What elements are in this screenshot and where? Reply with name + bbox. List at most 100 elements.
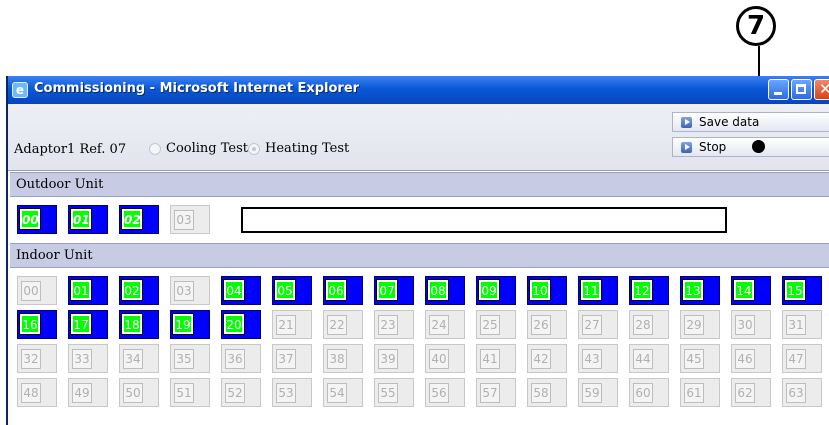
unit-button-39[interactable]: 39 [374,344,414,373]
unit-number: 10 [529,279,551,301]
unit-button-46[interactable]: 46 [731,344,771,373]
unit-button-30[interactable]: 30 [731,310,771,339]
unit-number: 05 [274,279,296,301]
save-data-label: Save data [699,115,760,129]
unit-number: 04 [223,279,245,301]
unit-button-52[interactable]: 52 [221,378,261,407]
unit-number: 02 [121,279,143,301]
unit-button-45[interactable]: 45 [680,344,720,373]
unit-number: 46 [735,349,755,369]
unit-button-51[interactable]: 51 [170,378,210,407]
unit-number: 39 [378,349,398,369]
unit-button-05[interactable]: 05 [272,276,312,305]
unit-number: 51 [174,383,194,403]
unit-button-08[interactable]: 08 [425,276,465,305]
unit-button-06[interactable]: 06 [323,276,363,305]
unit-button-14[interactable]: 14 [731,276,771,305]
unit-button-29[interactable]: 29 [680,310,720,339]
unit-button-33[interactable]: 33 [68,344,108,373]
unit-button-27[interactable]: 27 [578,310,618,339]
unit-button-43[interactable]: 43 [578,344,618,373]
unit-button-28[interactable]: 28 [629,310,669,339]
unit-button-10[interactable]: 10 [527,276,567,305]
unit-button-23[interactable]: 23 [374,310,414,339]
radio-circle-selected[interactable] [248,142,260,155]
unit-button-22[interactable]: 22 [323,310,363,339]
maximize-button[interactable] [791,79,812,100]
unit-number: 16 [19,313,41,335]
unit-button-36[interactable]: 36 [221,344,261,373]
unit-button-57[interactable]: 57 [476,378,516,407]
unit-button-37[interactable]: 37 [272,344,312,373]
unit-button-50[interactable]: 50 [119,378,159,407]
unit-button-12[interactable]: 12 [629,276,669,305]
unit-button-07[interactable]: 07 [374,276,414,305]
unit-button-42[interactable]: 42 [527,344,567,373]
unit-button-62[interactable]: 62 [731,378,771,407]
unit-button-16[interactable]: 16 [17,310,57,339]
unit-number: 43 [582,349,602,369]
unit-number: 25 [480,315,500,335]
unit-number: 15 [784,279,806,301]
unit-button-56[interactable]: 56 [425,378,465,407]
unit-button-00[interactable]: 00 [17,205,57,234]
unit-button-32[interactable]: 32 [17,344,57,373]
unit-number: 27 [582,315,602,335]
unit-button-44[interactable]: 44 [629,344,669,373]
unit-button-53[interactable]: 53 [272,378,312,407]
unit-button-02[interactable]: 02 [119,205,159,234]
unit-button-19[interactable]: 19 [170,310,210,339]
unit-button-35[interactable]: 35 [170,344,210,373]
unit-number: 48 [21,383,41,403]
unit-number: 57 [480,383,500,403]
unit-number: 13 [682,279,704,301]
unit-button-24[interactable]: 24 [425,310,465,339]
unit-button-55[interactable]: 55 [374,378,414,407]
unit-button-00[interactable]: 00 [17,276,57,305]
adaptor-label: Adaptor1 Ref. 07 [14,142,127,157]
unit-button-11[interactable]: 11 [578,276,618,305]
unit-button-41[interactable]: 41 [476,344,516,373]
unit-button-40[interactable]: 40 [425,344,465,373]
unit-button-03[interactable]: 03 [170,276,210,305]
unit-number: 07 [376,279,398,301]
save-data-button[interactable]: Save data [672,112,829,132]
unit-number: 01 [70,279,92,301]
unit-button-47[interactable]: 47 [782,344,822,373]
indoor-unit-title: Indoor Unit [16,248,93,263]
unit-number: 35 [174,349,194,369]
radio-circle[interactable] [149,142,161,155]
unit-button-54[interactable]: 54 [323,378,363,407]
unit-button-21[interactable]: 21 [272,310,312,339]
cooling-test-radio[interactable]: Cooling Test [149,141,248,156]
unit-button-13[interactable]: 13 [680,276,720,305]
unit-button-48[interactable]: 48 [17,378,57,407]
unit-button-59[interactable]: 59 [578,378,618,407]
close-button[interactable] [814,79,829,100]
unit-button-63[interactable]: 63 [782,378,822,407]
minimize-button[interactable] [768,79,789,100]
unit-button-49[interactable]: 49 [68,378,108,407]
unit-button-20[interactable]: 20 [221,310,261,339]
unit-button-38[interactable]: 38 [323,344,363,373]
unit-button-15[interactable]: 15 [782,276,822,305]
unit-button-26[interactable]: 26 [527,310,567,339]
unit-button-60[interactable]: 60 [629,378,669,407]
unit-button-03[interactable]: 03 [170,205,210,234]
unit-number: 01 [70,208,92,230]
unit-button-61[interactable]: 61 [680,378,720,407]
unit-button-09[interactable]: 09 [476,276,516,305]
unit-button-17[interactable]: 17 [68,310,108,339]
unit-button-01[interactable]: 01 [68,205,108,234]
stop-button[interactable]: Stop [672,137,829,157]
unit-button-58[interactable]: 58 [527,378,567,407]
heating-test-radio[interactable]: Heating Test [248,141,349,156]
unit-button-18[interactable]: 18 [119,310,159,339]
unit-button-25[interactable]: 25 [476,310,516,339]
unit-number: 37 [276,349,296,369]
unit-button-01[interactable]: 01 [68,276,108,305]
unit-button-02[interactable]: 02 [119,276,159,305]
unit-button-31[interactable]: 31 [782,310,822,339]
unit-button-34[interactable]: 34 [119,344,159,373]
unit-button-04[interactable]: 04 [221,276,261,305]
